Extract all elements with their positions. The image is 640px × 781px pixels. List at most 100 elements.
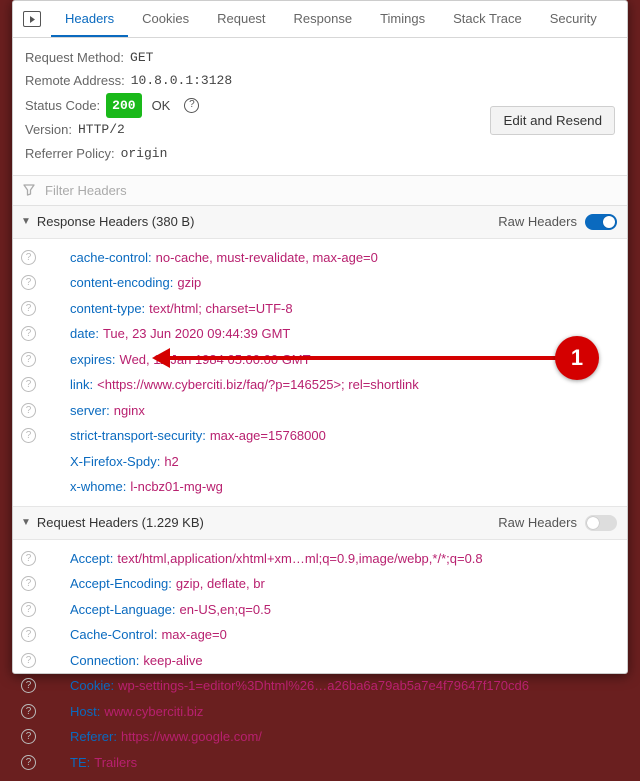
header-row: x-whome:l-ncbz01-mg-wg: [13, 474, 627, 500]
header-value: www.cyberciti.biz: [104, 702, 203, 722]
header-value: wp-settings-1=editor%3Dhtml%26…a26ba6a79…: [118, 676, 529, 696]
response-headers-title: Response Headers (380 B): [37, 214, 195, 229]
header-row: ?Accept:text/html,application/xhtml+xm…m…: [13, 546, 627, 572]
tab-headers[interactable]: Headers: [51, 1, 128, 37]
version-value: HTTP/2: [78, 118, 125, 141]
header-row: ?cache-control:no-cache, must-revalidate…: [13, 245, 627, 271]
response-headers-list: ?cache-control:no-cache, must-revalidate…: [13, 239, 627, 506]
header-name: Connection: [70, 651, 136, 671]
remote-address-label: Remote Address:: [25, 69, 125, 92]
header-help-icon[interactable]: ?: [21, 729, 36, 744]
header-value: en-US,en;q=0.5: [180, 600, 271, 620]
header-row: ?date:Tue, 23 Jun 2020 09:44:39 GMT: [13, 321, 627, 347]
header-name: Host: [70, 702, 97, 722]
header-value: l-ncbz01-mg-wg: [130, 477, 222, 497]
header-help-icon[interactable]: ?: [21, 403, 36, 418]
header-name: Accept-Language: [70, 600, 172, 620]
header-help-icon[interactable]: ?: [21, 602, 36, 617]
header-name: TE: [70, 753, 87, 773]
raw-headers-label: Raw Headers: [498, 214, 577, 229]
header-value: text/html,application/xhtml+xm…ml;q=0.9,…: [117, 549, 482, 569]
header-value: max-age=0: [161, 625, 226, 645]
header-row: ?expires:Wed, 11 Jan 1984 05:00:00 GMT: [13, 347, 627, 373]
request-summary: Request Method: GET Remote Address: 10.8…: [13, 38, 627, 175]
header-name: Cache-Control: [70, 625, 154, 645]
header-help-icon[interactable]: ?: [21, 275, 36, 290]
header-row: ?Accept-Encoding:gzip, deflate, br: [13, 571, 627, 597]
filter-bar: [13, 175, 627, 206]
header-help-icon[interactable]: ?: [21, 377, 36, 392]
response-headers-toggle[interactable]: ▼ Response Headers (380 B) Raw Headers: [13, 206, 627, 239]
header-name: Referer: [70, 727, 113, 747]
request-method-value: GET: [130, 46, 153, 69]
header-row: ?Accept-Language:en-US,en;q=0.5: [13, 597, 627, 623]
version-label: Version:: [25, 118, 72, 141]
chevron-down-icon: ▼: [21, 216, 31, 227]
header-row: ?Cache-Control:max-age=0: [13, 622, 627, 648]
remote-address-value: 10.8.0.1:3128: [131, 69, 232, 92]
request-headers-toggle[interactable]: ▼ Request Headers (1.229 KB) Raw Headers: [13, 506, 627, 540]
header-value: Wed, 11 Jan 1984 05:00:00 GMT: [120, 350, 311, 370]
header-value: text/html; charset=UTF-8: [149, 299, 292, 319]
header-help-icon[interactable]: ?: [21, 551, 36, 566]
header-name: X-Firefox-Spdy: [70, 452, 157, 472]
header-value: nginx: [114, 401, 145, 421]
request-headers-list: ?Accept:text/html,application/xhtml+xm…m…: [13, 540, 627, 781]
response-raw-toggle[interactable]: [585, 214, 617, 230]
header-value: Tue, 23 Jun 2020 09:44:39 GMT: [103, 324, 290, 344]
tab-request[interactable]: Request: [203, 1, 279, 37]
funnel-icon: [23, 184, 35, 196]
header-row: ?content-type:text/html; charset=UTF-8: [13, 296, 627, 322]
spacer: [21, 452, 36, 467]
tab-stack-trace[interactable]: Stack Trace: [439, 1, 536, 37]
tab-timings[interactable]: Timings: [366, 1, 439, 37]
status-help-icon[interactable]: ?: [184, 98, 199, 113]
header-help-icon[interactable]: ?: [21, 352, 36, 367]
header-help-icon[interactable]: ?: [21, 576, 36, 591]
devtools-network-details: HeadersCookiesRequestResponseTimingsStac…: [12, 0, 628, 674]
request-raw-toggle[interactable]: [585, 515, 617, 531]
status-code-value: 200: [106, 93, 141, 118]
header-row: ?Host:www.cyberciti.biz: [13, 699, 627, 725]
chevron-down-icon: ▼: [21, 517, 31, 528]
referrer-policy-label: Referrer Policy:: [25, 142, 115, 165]
tab-cookies[interactable]: Cookies: [128, 1, 203, 37]
header-help-icon[interactable]: ?: [21, 678, 36, 693]
header-name: expires: [70, 350, 112, 370]
header-help-icon[interactable]: ?: [21, 627, 36, 642]
referrer-policy-value: origin: [121, 142, 168, 165]
header-help-icon[interactable]: ?: [21, 704, 36, 719]
header-help-icon[interactable]: ?: [21, 428, 36, 443]
header-name: x-whome: [70, 477, 123, 497]
header-name: content-encoding: [70, 273, 170, 293]
header-help-icon[interactable]: ?: [21, 301, 36, 316]
status-code-label: Status Code:: [25, 94, 100, 117]
tab-security[interactable]: Security: [536, 1, 611, 37]
header-row: ?server:nginx: [13, 398, 627, 424]
header-name: strict-transport-security: [70, 426, 202, 446]
status-text: OK: [152, 94, 171, 117]
request-method-label: Request Method:: [25, 46, 124, 69]
header-name: link: [70, 375, 90, 395]
header-row: ?content-encoding:gzip: [13, 270, 627, 296]
header-help-icon[interactable]: ?: [21, 326, 36, 341]
header-row: ?TE:Trailers: [13, 750, 627, 776]
header-help-icon[interactable]: ?: [21, 755, 36, 770]
spacer: [21, 477, 36, 492]
header-name: Accept-Encoding: [70, 574, 168, 594]
header-help-icon[interactable]: ?: [21, 653, 36, 668]
header-row: X-Firefox-Spdy:h2: [13, 449, 627, 475]
header-value: no-cache, must-revalidate, max-age=0: [156, 248, 378, 268]
filter-headers-input[interactable]: [43, 182, 617, 199]
header-value: h2: [164, 452, 178, 472]
tab-response[interactable]: Response: [280, 1, 367, 37]
header-help-icon[interactable]: ?: [21, 250, 36, 265]
header-row: ?link:<https://www.cyberciti.biz/faq/?p=…: [13, 372, 627, 398]
header-name: Accept: [70, 549, 110, 569]
panel-toggle-icon[interactable]: [23, 11, 41, 27]
edit-resend-button[interactable]: Edit and Resend: [490, 106, 615, 135]
header-value: keep-alive: [143, 651, 202, 671]
header-value: https://www.google.com/: [121, 727, 262, 747]
header-value: gzip, deflate, br: [176, 574, 265, 594]
header-value: Trailers: [94, 753, 137, 773]
